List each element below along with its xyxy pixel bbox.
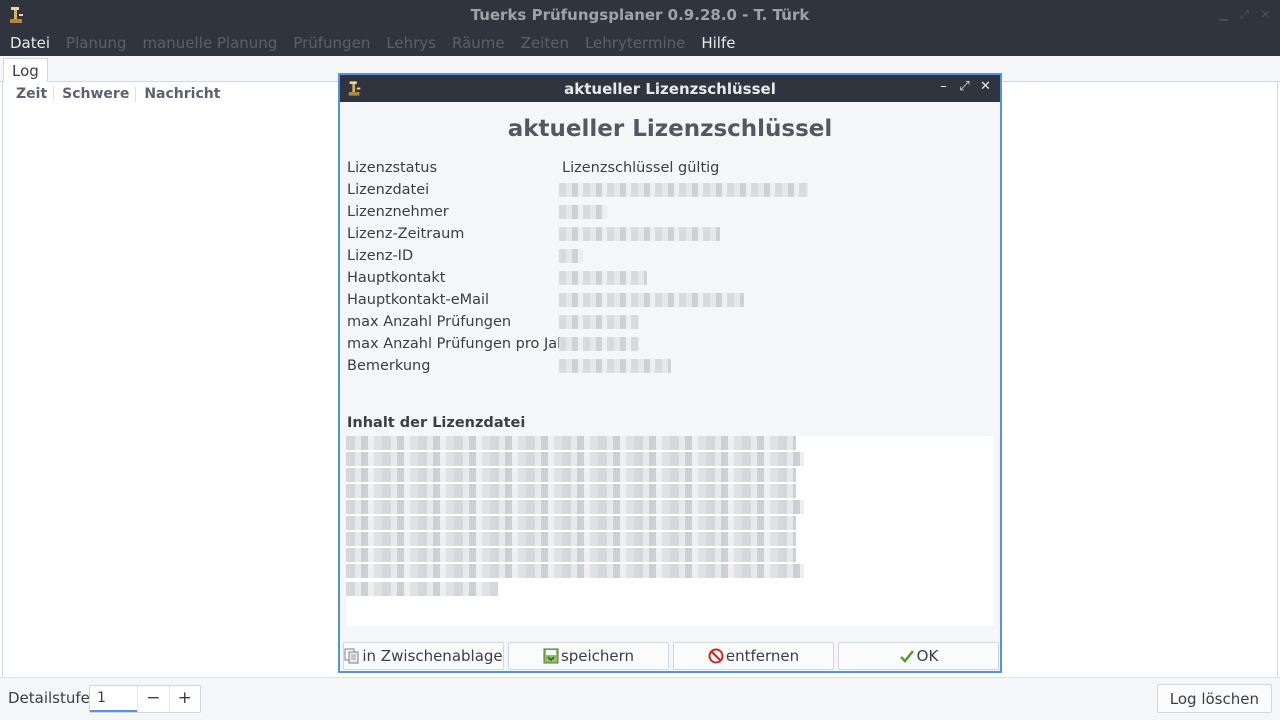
- minimize-icon[interactable]: ▁: [1220, 8, 1228, 22]
- minimize-icon[interactable]: –: [937, 79, 950, 94]
- menu-datei[interactable]: Datei: [2, 30, 58, 56]
- redacted-value: [559, 337, 639, 351]
- field-label: Lizenzdatei: [347, 182, 430, 198]
- field-label: Hauptkontakt-eMail: [347, 292, 490, 308]
- close-icon[interactable]: ✕: [1261, 8, 1270, 22]
- window-title: Tuerks Prüfungsplaner 0.9.28.0 - T. Türk: [470, 6, 810, 24]
- redacted-value: [559, 271, 647, 285]
- column-header-schwere[interactable]: Schwere: [59, 86, 137, 102]
- remove-button-label: entfernen: [725, 647, 800, 665]
- menu-planung[interactable]: Planung: [58, 30, 134, 56]
- save-icon: [543, 648, 559, 664]
- menu-lehrytermine[interactable]: Lehrytermine: [577, 30, 693, 56]
- redacted-line: [346, 516, 796, 530]
- column-header-nachricht[interactable]: Nachricht: [141, 86, 226, 102]
- redacted-value: [559, 205, 607, 219]
- bottom-bar: Detailstufe 1 − + Log löschen: [0, 677, 1280, 720]
- dialog-heading: aktueller Lizenzschlüssel: [507, 116, 833, 142]
- info-row-hauptkontakt: Hauptkontakt: [347, 267, 997, 289]
- field-label: Lizenzstatus: [347, 160, 437, 176]
- license-info-grid: Lizenzstatus Lizenzschlüssel gültig Lize…: [347, 157, 997, 377]
- checkmark-icon: [899, 650, 914, 663]
- info-row-max-pruefungen: max Anzahl Prüfungen: [347, 311, 997, 333]
- clear-log-button[interactable]: Log löschen: [1156, 684, 1272, 713]
- field-label: max Anzahl Prüfungen: [347, 314, 512, 330]
- detail-level-spinner: 1 − +: [89, 685, 201, 713]
- license-content-heading: Inhalt der Lizenzdatei: [347, 415, 526, 431]
- field-label: Hauptkontakt: [347, 270, 446, 286]
- save-button[interactable]: speichern: [508, 642, 669, 670]
- menu-pruefungen[interactable]: Prüfungen: [285, 30, 378, 56]
- field-label: Bemerkung: [347, 358, 431, 374]
- menu-hilfe[interactable]: Hilfe: [693, 30, 743, 56]
- info-row-hauptkontakt-email: Hauptkontakt-eMail: [347, 289, 997, 311]
- info-row-bemerkung: Bemerkung: [347, 355, 997, 377]
- detail-level-label: Detailstufe: [8, 689, 90, 707]
- clipboard-copy-icon: [344, 648, 359, 664]
- info-row-lizenznehmer: Lizenznehmer: [347, 201, 997, 223]
- decrement-button[interactable]: −: [137, 686, 168, 712]
- redacted-value: [559, 227, 720, 241]
- dialog-titlebar: aktueller Lizenzschlüssel – ⤢ ✕: [340, 75, 1000, 102]
- detail-level-input[interactable]: 1: [90, 686, 138, 712]
- redacted-line: [346, 484, 796, 498]
- redacted-line: [346, 548, 796, 562]
- info-row-lizenz-zeitraum: Lizenz-Zeitraum: [347, 223, 997, 245]
- license-content-text[interactable]: [346, 436, 994, 626]
- ok-button[interactable]: OK: [838, 642, 999, 670]
- dialog-title: aktueller Lizenzschlüssel: [564, 80, 776, 98]
- save-button-label: speichern: [560, 647, 635, 665]
- redacted-value: [559, 315, 639, 329]
- redacted-value: [559, 359, 671, 373]
- copy-to-clipboard-button[interactable]: in Zwischenablage: [343, 642, 504, 670]
- ok-button-label: OK: [916, 647, 939, 665]
- menu-raeume[interactable]: Räume: [444, 30, 513, 56]
- redacted-line: [346, 436, 796, 450]
- close-icon[interactable]: ✕: [979, 79, 992, 94]
- menu-zeiten[interactable]: Zeiten: [513, 30, 577, 56]
- redacted-line: [346, 500, 804, 514]
- increment-button[interactable]: +: [168, 686, 200, 712]
- redacted-value: [559, 183, 808, 197]
- remove-button[interactable]: entfernen: [673, 642, 834, 670]
- column-header-zeit[interactable]: Zeit: [13, 86, 55, 102]
- tab-log[interactable]: Log: [3, 58, 48, 83]
- field-label: Lizenz-ID: [347, 248, 414, 264]
- info-row-lizenzstatus: Lizenzstatus Lizenzschlüssel gültig: [347, 157, 997, 179]
- no-entry-icon: [708, 648, 724, 664]
- main-titlebar: Tuerks Prüfungsplaner 0.9.28.0 - T. Türk…: [0, 0, 1280, 30]
- license-dialog: aktueller Lizenzschlüssel – ⤢ ✕ aktuelle…: [338, 73, 1002, 673]
- copy-button-label: in Zwischenablage: [362, 647, 503, 665]
- info-row-lizenz-id: Lizenz-ID: [347, 245, 997, 267]
- maximize-icon[interactable]: ⤢: [1240, 8, 1249, 22]
- redacted-line: [346, 582, 498, 596]
- menu-lehrys[interactable]: Lehrys: [378, 30, 444, 56]
- log-table-header: Zeit Schwere Nachricht: [13, 86, 231, 102]
- field-label: Lizenz-Zeitraum: [347, 226, 465, 242]
- info-row-max-pruefungen-pro-jahr: max Anzahl Prüfungen pro Jahr: [347, 333, 997, 355]
- menu-manuelle-planung[interactable]: manuelle Planung: [134, 30, 285, 56]
- redacted-line: [346, 468, 796, 482]
- menu-bar: Datei Planung manuelle Planung Prüfungen…: [0, 30, 1280, 56]
- field-value: Lizenzschlüssel gültig: [562, 160, 720, 176]
- redacted-line: [346, 452, 804, 466]
- dialog-button-row: in Zwischenablage speichern entfernen OK: [343, 642, 999, 670]
- field-label: Lizenznehmer: [347, 204, 449, 220]
- redacted-value: [559, 293, 744, 307]
- info-row-lizenzdatei: Lizenzdatei: [347, 179, 997, 201]
- redacted-line: [346, 532, 796, 546]
- field-label: max Anzahl Prüfungen pro Jahr: [347, 336, 573, 352]
- redacted-value: [559, 249, 583, 263]
- redacted-line: [346, 564, 804, 578]
- maximize-icon[interactable]: ⤢: [958, 79, 971, 94]
